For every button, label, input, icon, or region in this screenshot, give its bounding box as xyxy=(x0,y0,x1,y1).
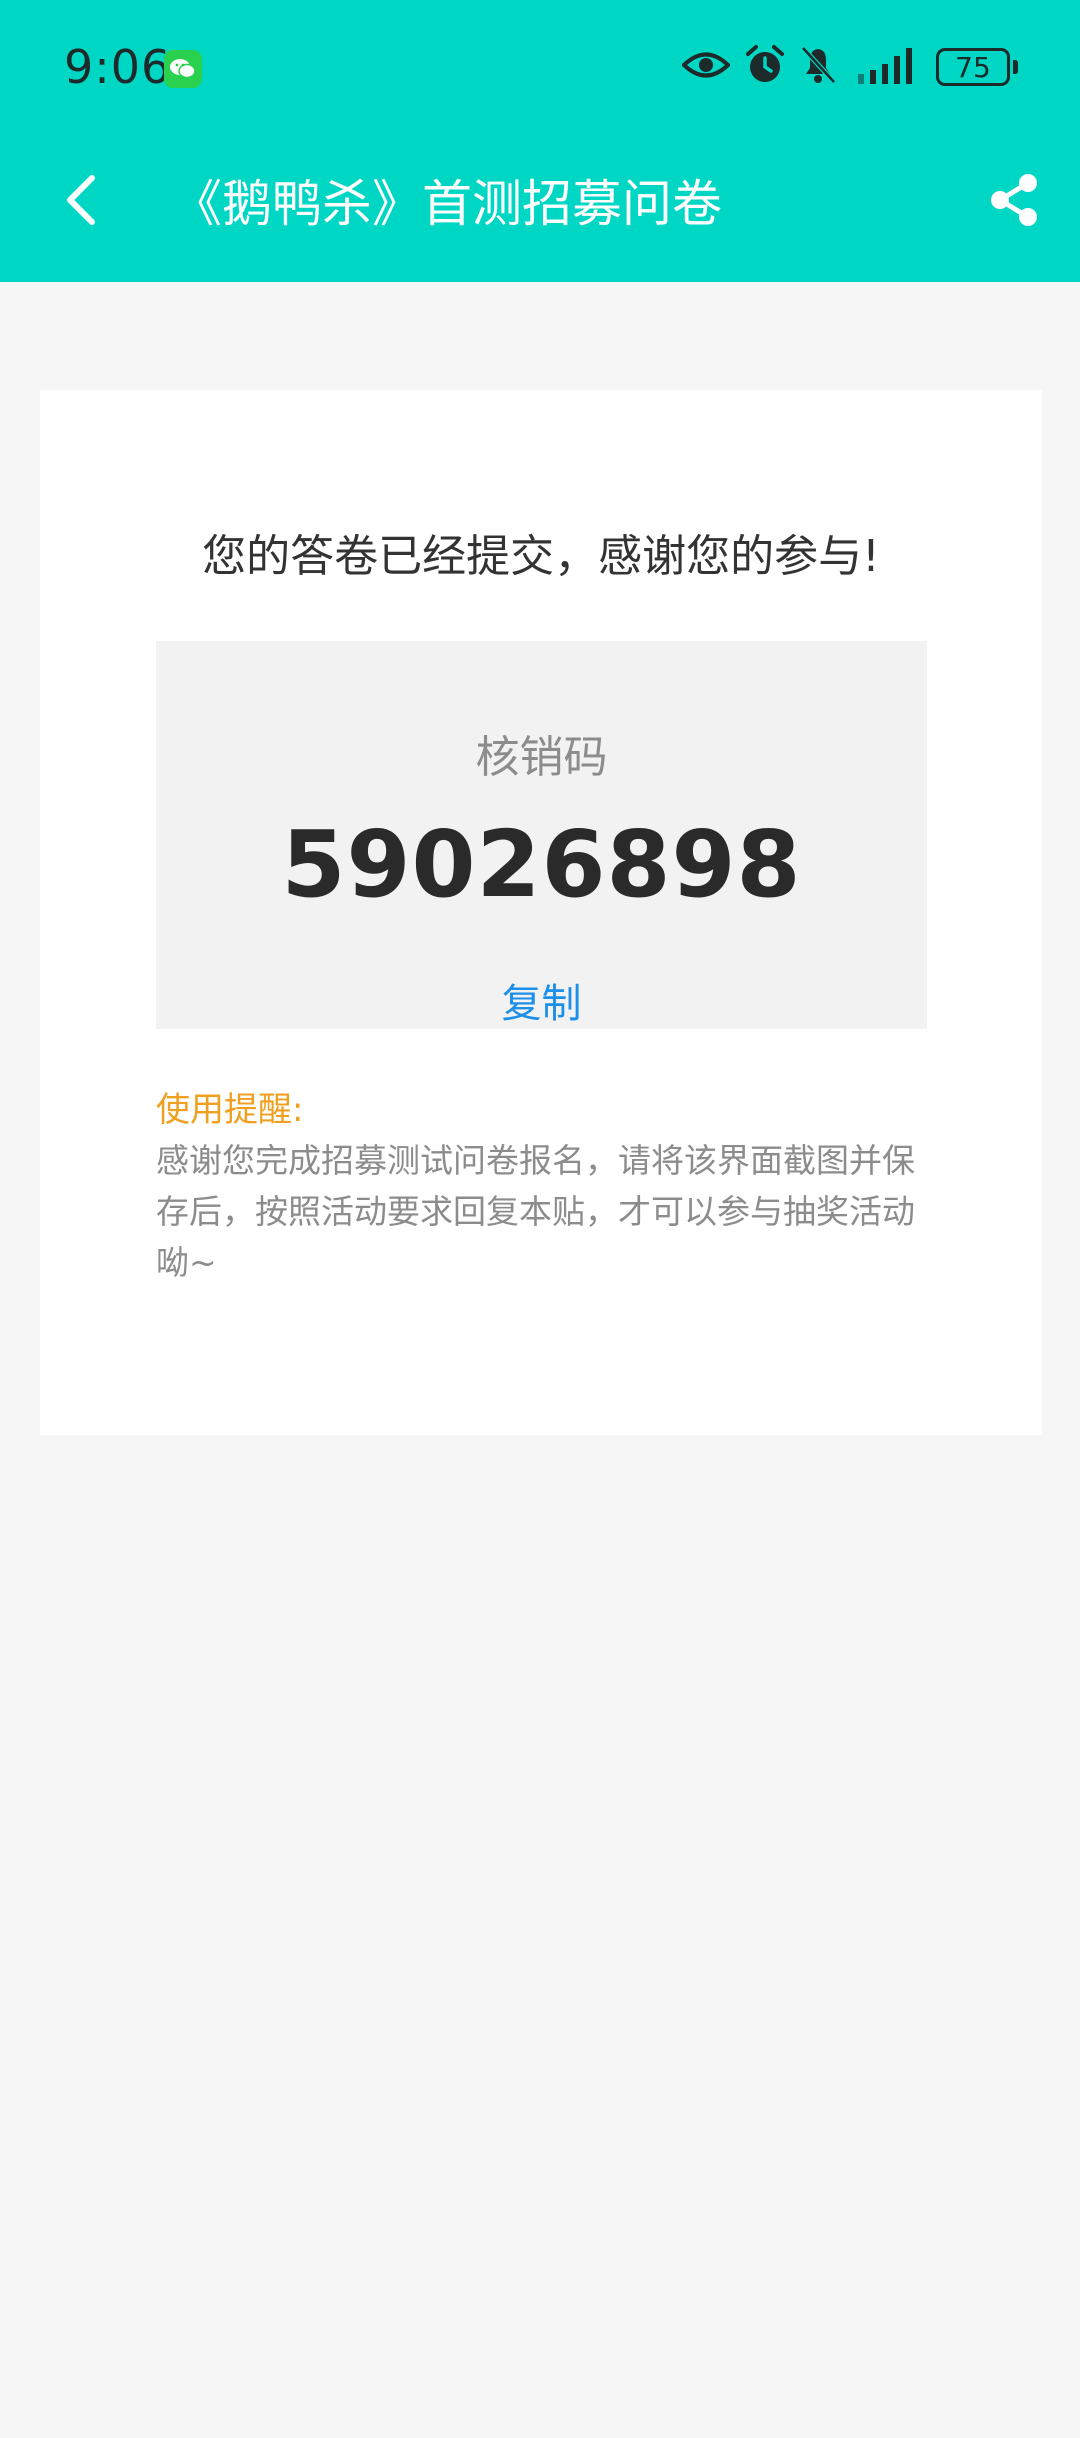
top-bar: 9:06 75 《鹅鸭杀》首测招募问卷 xyxy=(0,0,1080,282)
verification-code-box: 核销码 59026898 复制 xyxy=(156,641,927,1029)
signal-icon xyxy=(858,48,912,84)
copy-button[interactable]: 复制 xyxy=(156,971,927,1029)
app-bar: 《鹅鸭杀》首测招募问卷 xyxy=(0,130,1080,282)
eye-icon xyxy=(682,52,730,78)
share-button[interactable] xyxy=(974,160,1054,240)
battery-level: 75 xyxy=(955,50,991,84)
result-card: 您的答卷已经提交，感谢您的参与! 核销码 59026898 复制 使用提醒: 感… xyxy=(40,390,1042,1435)
alarm-icon xyxy=(746,45,784,82)
code-value: 59026898 xyxy=(281,811,802,918)
status-icons: 75 xyxy=(660,40,1080,96)
status-bar: 9:06 75 xyxy=(0,0,1080,130)
chevron-left-icon xyxy=(67,175,95,225)
reminder-title: 使用提醒: xyxy=(156,1090,304,1130)
reminder-text: 感谢您完成招募测试问卷报名，请将该界面截图并保存后，按照活动要求回复本贴，才可以… xyxy=(156,1141,915,1282)
page-title: 《鹅鸭杀》首测招募问卷 xyxy=(172,175,722,233)
share-icon xyxy=(991,174,1037,226)
bell-muted-icon xyxy=(801,46,836,84)
back-button[interactable] xyxy=(40,160,120,240)
battery-icon: 75 xyxy=(936,48,1010,86)
submit-success-message: 您的答卷已经提交，感谢您的参与! xyxy=(202,531,880,582)
status-time: 9:06 xyxy=(64,40,172,94)
battery-tip xyxy=(1013,60,1018,74)
wechat-icon xyxy=(164,50,202,88)
code-label: 核销码 xyxy=(475,732,608,783)
